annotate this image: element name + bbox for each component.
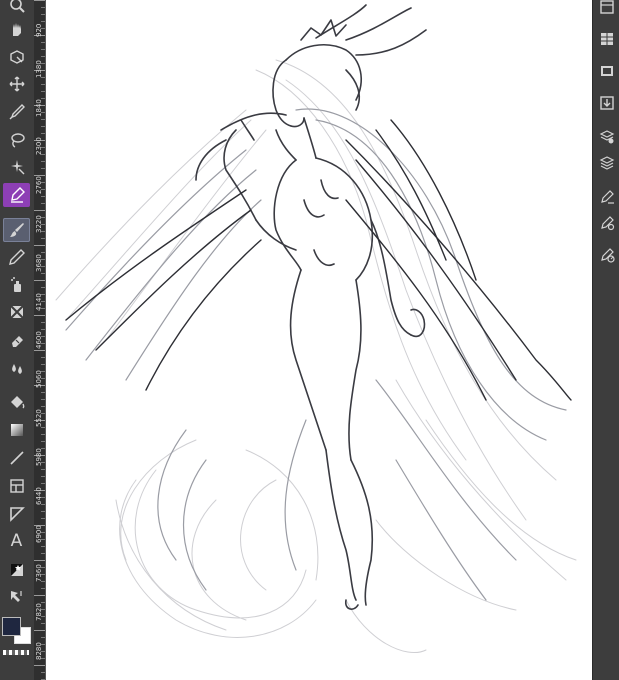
droplets-icon [11, 364, 22, 374]
ruler-tick [41, 399, 45, 400]
panel-layers[interactable] [596, 152, 618, 174]
ruler-tick [41, 672, 45, 673]
vertical-ruler: 920 1380 1840 2300 2760 3220 3680 4140 4600 5060 5… [34, 0, 46, 680]
transform-icon [9, 50, 24, 64]
magic-wand-icon [10, 160, 24, 175]
ruler-label: 2760 [35, 176, 43, 195]
ruler-label: 6900 [35, 525, 43, 544]
pen-gear-icon [601, 216, 615, 231]
panel-layer-settings[interactable] [596, 126, 618, 148]
brush-library-icon [600, 0, 614, 14]
ruler-label: 1380 [35, 59, 43, 78]
tool-airbrush[interactable] [3, 273, 30, 297]
sketch-artwork [55, 4, 577, 654]
left-toolbar: A [0, 0, 35, 680]
grid-panel-icon [601, 33, 613, 45]
ruler-label: 5980 [35, 447, 43, 466]
tool-eyedropper[interactable] [3, 100, 30, 124]
ruler-label: 3220 [35, 215, 43, 233]
panel-pen-settings[interactable] [596, 186, 618, 208]
frame-icon [9, 479, 24, 493]
right-toolbar [592, 0, 619, 680]
lasso-icon [10, 133, 25, 148]
line-icon [9, 451, 24, 465]
layers-icon [599, 156, 615, 170]
vector-pen-icon [10, 187, 25, 203]
primary-color-swatch[interactable] [2, 617, 21, 636]
panel-pen-dial[interactable] [596, 244, 618, 266]
move-icon [9, 76, 24, 92]
tool-shape[interactable] [3, 502, 30, 526]
ruler-tick [41, 476, 45, 477]
ruler-tick [41, 126, 45, 127]
tool-move[interactable] [3, 72, 30, 96]
ruler-label: 1840 [35, 98, 43, 117]
tool-eraser[interactable] [3, 328, 30, 352]
text-icon: A [10, 530, 23, 551]
tool-pan[interactable] [3, 16, 30, 40]
arrow-select-icon [10, 591, 22, 602]
film-icon [601, 66, 613, 76]
tool-lasso[interactable] [3, 128, 30, 152]
tool-frame[interactable] [3, 474, 30, 498]
ruler-tick [41, 203, 45, 204]
pencil-icon [8, 249, 25, 265]
tool-zoom[interactable] [3, 0, 30, 17]
ruler-tick [41, 7, 45, 8]
tool-vector-pen[interactable] [3, 183, 30, 207]
tool-selection-arrow[interactable] [3, 585, 30, 609]
layer-settings-icon [599, 130, 615, 144]
panel-layers-grid[interactable] [596, 28, 618, 50]
gradient-icon [10, 424, 23, 436]
ruler-label: 4140 [35, 292, 43, 311]
tool-line[interactable] [3, 446, 30, 470]
paint-bucket-icon [10, 396, 24, 409]
ruler-label: 6440 [35, 486, 43, 505]
eraser-icon [11, 336, 23, 347]
pen-settings-icon [601, 190, 614, 204]
ruler-label: 5060 [35, 370, 43, 389]
brush-icon [9, 223, 24, 237]
transparency-swatch[interactable] [3, 650, 29, 655]
ruler-label: 3680 [35, 253, 43, 272]
tool-smudge[interactable] [3, 356, 30, 380]
color-adjust-icon [10, 564, 23, 576]
tool-blend[interactable] [3, 300, 30, 324]
ruler-label: 7360 [35, 564, 43, 583]
panel-film[interactable] [596, 60, 618, 82]
ruler-tick [41, 553, 45, 554]
tool-gradient[interactable] [3, 418, 30, 442]
ruler-label: 7820 [35, 603, 43, 621]
ruler-label: 8280 [35, 641, 43, 660]
import-icon [600, 96, 614, 110]
tool-transform[interactable] [3, 45, 30, 69]
blend-icon [9, 305, 24, 319]
shape-icon [9, 507, 25, 522]
tool-fill[interactable] [3, 390, 30, 414]
ruler-tick [34, 280, 45, 281]
panel-brush-library[interactable] [596, 0, 618, 18]
ruler-label: 920 [35, 23, 43, 37]
tool-text[interactable]: A [3, 529, 30, 553]
eyedropper-icon [9, 104, 25, 120]
panel-pen-gear[interactable] [596, 212, 618, 234]
tool-magic-wand[interactable] [3, 155, 30, 179]
ruler-label: 4600 [35, 331, 43, 350]
pen-dial-icon [601, 248, 615, 263]
airbrush-icon [10, 277, 21, 292]
ruler-tick [41, 357, 45, 358]
tool-brush[interactable] [3, 218, 30, 242]
ruler-label: 2300 [35, 137, 43, 156]
tool-color-adjust[interactable] [3, 558, 30, 582]
ruler-label: 5520 [35, 409, 43, 427]
hand-icon [12, 23, 21, 36]
ruler-tick [34, 630, 45, 631]
panel-import[interactable] [596, 92, 618, 114]
ruler-tick [41, 49, 45, 50]
tool-pencil[interactable] [3, 245, 30, 269]
magnifier-icon [9, 0, 25, 13]
drawing-canvas[interactable] [46, 0, 592, 680]
ruler-tick [34, 0, 45, 1]
